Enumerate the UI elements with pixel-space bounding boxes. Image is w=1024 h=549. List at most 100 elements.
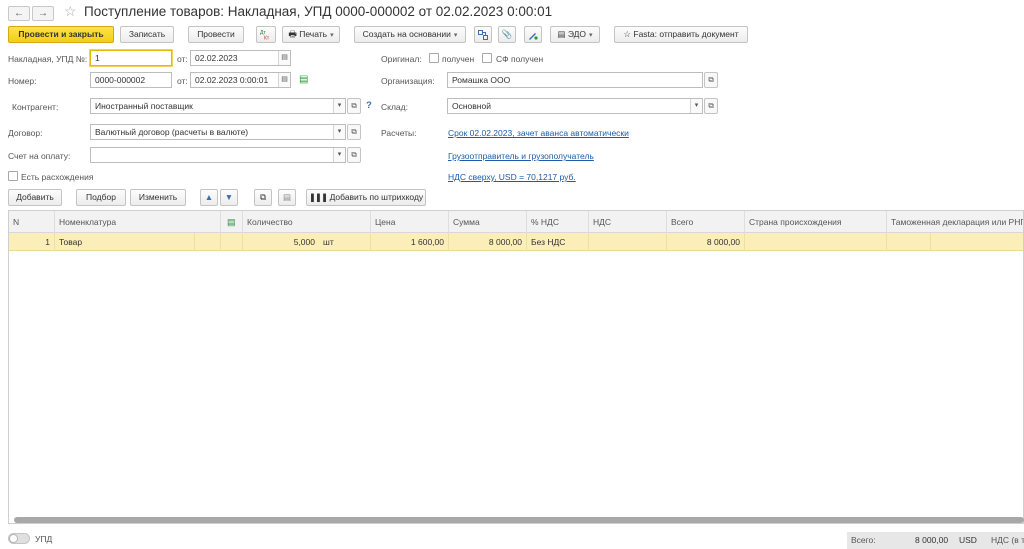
number-date-value: 02.02.2023 0:00:01 [195,75,269,85]
edo-button-label: ЭДО [567,29,587,39]
document-icon: ▤ [282,192,292,202]
star-icon[interactable]: ☆ [64,3,77,20]
pen-sign-icon [529,32,538,40]
column-header-customs[interactable]: Таможенная декларация или РНПТ [887,211,1023,233]
back-button[interactable]: ← [8,6,30,21]
sf-received-checkbox[interactable] [482,53,492,63]
settlements-link[interactable]: Срок 02.02.2023, зачет аванса автоматиче… [448,128,629,138]
structure-icon [478,29,488,40]
column-header-icon[interactable]: ▤ [221,211,243,233]
invoice-date-field[interactable]: 02.02.2023 ▤ [190,50,291,66]
counterparty-value: Иностранный поставщик [95,101,193,111]
add-row-button[interactable]: Добавить [8,189,62,206]
settlements-label: Расчеты: [381,128,417,138]
calendar-icon[interactable]: ▤ [278,51,290,65]
cell-total: 8 000,00 [667,233,745,251]
total-label: Всего: [851,535,876,545]
print-button[interactable]: 🖶 Печать ▾ [282,26,340,43]
move-down-button[interactable]: ▼ [220,189,238,206]
upd-toggle[interactable] [8,533,30,544]
dt-kt-button[interactable]: Дт Кт [256,26,276,43]
forward-button[interactable]: → [32,6,54,21]
fill-button[interactable]: ▤ [278,189,296,206]
cell-item: Товар [55,233,195,251]
vat-rate-link[interactable]: НДС сверху, USD = 70,1217 руб. [448,172,576,182]
column-header-price[interactable]: Цена [371,211,449,233]
save-button[interactable]: Записать [120,26,174,43]
counterparty-label: Контрагент: [12,102,59,112]
move-up-button[interactable]: ▲ [200,189,218,206]
column-header-vat-rate[interactable]: % НДС [527,211,589,233]
warehouse-field[interactable]: Основной ▾ [447,98,703,114]
payment-account-field[interactable]: ▾ [90,147,346,163]
cell-customs [887,233,931,251]
change-button[interactable]: Изменить [130,189,186,206]
post-button[interactable]: Провести [188,26,244,43]
paperclip-icon: 📎 [501,29,513,39]
pick-button[interactable]: Подбор [76,189,126,206]
contract-field[interactable]: Валютный договор (расчеты в валюте) ▾ [90,124,346,140]
attach-button[interactable]: 📎 [498,26,516,43]
received-label: получен [442,54,475,64]
warehouse-label: Склад: [381,102,408,112]
open-counterparty-icon[interactable]: ⧉ [347,98,361,114]
table-settings-icon: ▤ [227,217,236,227]
number-date-field[interactable]: 02.02.2023 0:00:01 ▤ [190,72,291,88]
invoice-number-label: Накладная, УПД №: [8,54,88,64]
column-header-sum[interactable]: Сумма [449,211,527,233]
arrow-down-icon: ▼ [224,192,234,202]
fasta-send-label: Fasta: отправить документ [633,29,739,39]
invoice-date-label: от: [177,54,188,64]
column-header-country[interactable]: Страна происхождения [745,211,887,233]
edo-button[interactable]: ▤ ЭДО ▾ [550,26,600,43]
column-header-n[interactable]: N [9,211,55,233]
table-row[interactable]: 1 Товар 5,000 шт 1 600,00 8 000,00 Без Н… [9,233,1023,251]
toggle-knob [9,534,18,543]
edo-icon: ▤ [557,29,566,39]
invoice-number-field[interactable]: 1 [90,50,172,66]
create-based-on-label: Создать на основании [362,29,451,39]
chevron-down-icon: ▾ [589,32,593,39]
goods-table[interactable]: N Номенклатура ▤ Количество Цена Сумма %… [8,210,1024,524]
contract-label: Договор: [8,128,43,138]
page-title: Поступление товаров: Накладная, УПД 0000… [84,4,553,19]
discrepancies-checkbox[interactable] [8,171,18,181]
dt-kt-icon: ДтКт [260,30,270,42]
calendar-icon[interactable]: ▤ [278,73,290,87]
open-warehouse-icon[interactable]: ⧉ [704,98,718,114]
structure-button[interactable] [474,26,492,43]
cell-icon [221,233,243,251]
dropdown-icon[interactable]: ▾ [333,99,345,113]
dropdown-icon[interactable]: ▾ [333,125,345,139]
copy-icon: ⧉ [259,192,267,202]
create-based-on-button[interactable]: Создать на основании ▾ [354,26,466,43]
number-field[interactable]: 0000-000002 [90,72,172,88]
sign-button[interactable] [524,26,542,43]
column-header-total[interactable]: Всего [667,211,745,233]
table-header: N Номенклатура ▤ Количество Цена Сумма %… [9,211,1023,233]
counterparty-field[interactable]: Иностранный поставщик ▾ [90,98,346,114]
cell-country [745,233,887,251]
copy-row-button[interactable]: ⧉ [254,189,272,206]
received-checkbox[interactable] [429,53,439,63]
column-header-qty[interactable]: Количество [243,211,371,233]
organization-field[interactable]: Ромашка ООО [447,72,703,88]
barcode-icon: ❚❚❚ [308,192,328,202]
history-icon[interactable]: ▤ [299,74,308,85]
column-header-item[interactable]: Номенклатура [55,211,221,233]
add-by-barcode-button[interactable]: ❚❚❚ Добавить по штрихкоду [306,189,426,206]
open-payment-account-icon[interactable]: ⧉ [347,147,361,163]
fasta-send-button[interactable]: ☆ Fasta: отправить документ [614,26,748,43]
dropdown-icon[interactable]: ▾ [690,99,702,113]
dropdown-icon[interactable]: ▾ [333,148,345,162]
cell-vat [589,233,667,251]
help-icon[interactable]: ? [366,100,372,111]
post-and-close-button[interactable]: Провести и закрыть [8,26,114,43]
shipper-consignee-link[interactable]: Грузоотправитель и грузополучатель [448,151,594,161]
cell-sum: 8 000,00 [449,233,527,251]
open-contract-icon[interactable]: ⧉ [347,124,361,140]
column-header-vat[interactable]: НДС [589,211,667,233]
horizontal-scrollbar[interactable] [14,517,1024,523]
open-organization-icon[interactable]: ⧉ [704,72,718,88]
vat-total-label: НДС (в т.ч.) [991,535,1024,545]
